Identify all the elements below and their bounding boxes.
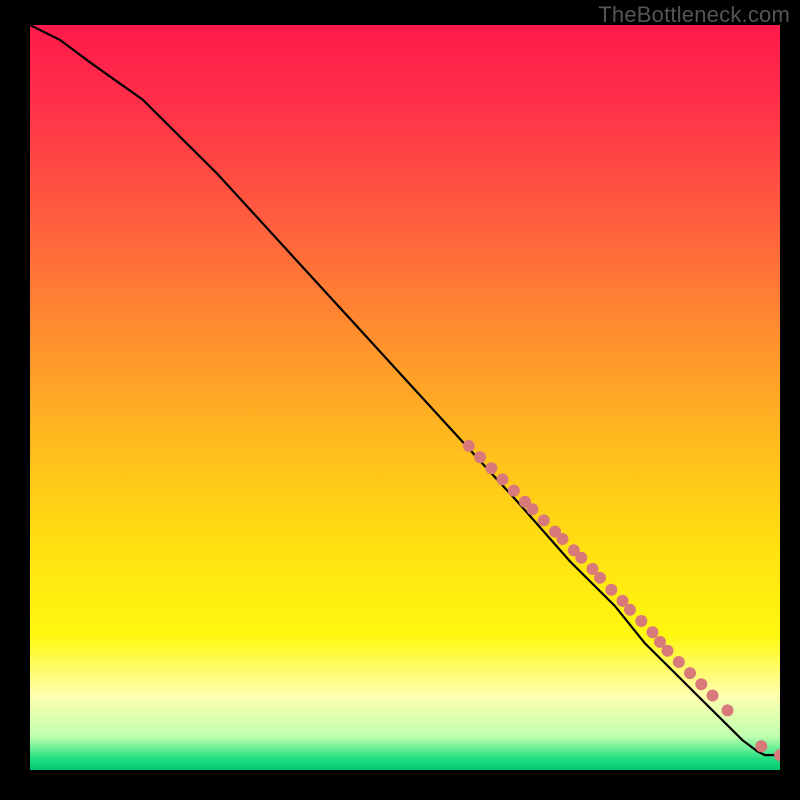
data-marker — [497, 473, 509, 485]
data-marker — [538, 514, 550, 526]
data-marker — [707, 690, 719, 702]
data-marker — [673, 656, 685, 668]
data-marker — [662, 645, 674, 657]
data-marker — [463, 440, 475, 452]
data-marker — [774, 749, 780, 761]
data-marker — [575, 552, 587, 564]
data-marker — [594, 572, 606, 584]
data-marker — [624, 604, 636, 616]
data-marker — [508, 485, 520, 497]
data-marker — [635, 615, 647, 627]
data-marker — [695, 678, 707, 690]
data-marker — [485, 462, 497, 474]
data-marker — [722, 704, 734, 716]
watermark-label: TheBottleneck.com — [598, 2, 790, 28]
marker-group — [463, 440, 780, 761]
data-marker — [684, 667, 696, 679]
data-marker — [527, 503, 539, 515]
plot-area — [30, 25, 780, 770]
data-marker — [557, 533, 569, 545]
data-marker — [647, 626, 659, 638]
data-marker — [605, 584, 617, 596]
chart-frame: TheBottleneck.com — [0, 0, 800, 800]
data-marker — [474, 451, 486, 463]
data-marker — [755, 740, 767, 752]
curve-layer — [30, 25, 780, 770]
